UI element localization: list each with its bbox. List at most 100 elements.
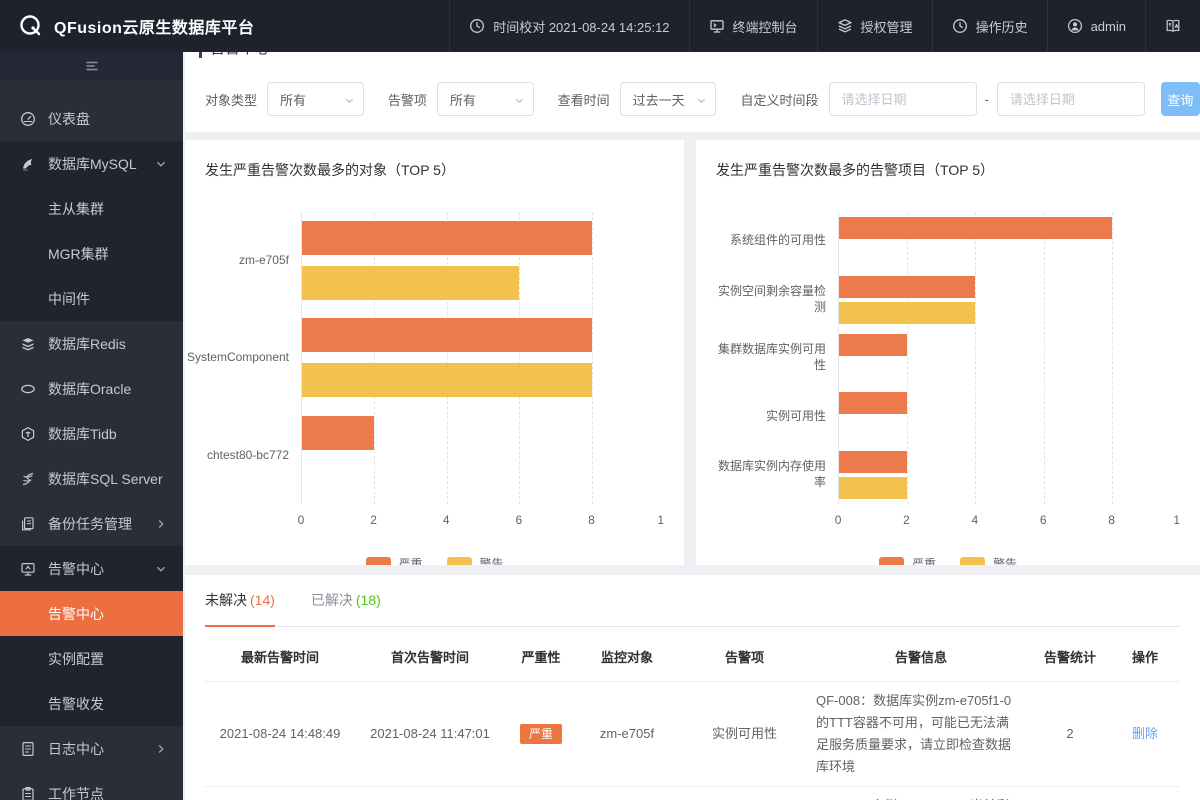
legend-swatch xyxy=(365,556,391,565)
sidebar-item-dashboard[interactable]: 仪表盘 xyxy=(0,96,183,141)
sidebar-item-log-center[interactable]: 日志中心 xyxy=(0,726,183,771)
alert-item-value: 所有 xyxy=(449,92,476,108)
bar-critical[interactable] xyxy=(302,318,592,353)
nav-item-label: 时间校对 2021-08-24 14:25:12 xyxy=(493,19,670,35)
severity-badge: 严重 xyxy=(519,724,562,745)
legend-label: 警告 xyxy=(479,557,504,565)
bar-critical[interactable] xyxy=(839,217,1112,240)
object-type-label: 对象类型 xyxy=(205,92,258,108)
delete-link: 删除 xyxy=(1110,715,1180,753)
sidebar-item-alert-center[interactable]: 告警中心 xyxy=(0,591,183,636)
nav-item-history[interactable]: 操作历史 xyxy=(931,0,1047,52)
sidebar-item-alert-dispatch[interactable]: 告警收发 xyxy=(0,681,183,726)
sidebar-item-mgr-cluster[interactable]: MGR集群 xyxy=(0,231,183,276)
query-button[interactable]: 查询 xyxy=(1160,82,1200,116)
oracle-icon xyxy=(20,381,36,397)
bar-warning[interactable] xyxy=(302,363,592,398)
chart-plot-row: 系统组件的可用性 实例空间剩余容量检测 集群数据库实例可用性 实例可用性 数据库实例内存… xyxy=(716,212,1180,504)
bar-warning[interactable] xyxy=(839,301,976,324)
sidebar-item-backup-tasks[interactable]: 备份任务管理 xyxy=(0,501,183,546)
tidb-icon xyxy=(20,426,36,442)
nav-item-translate[interactable] xyxy=(1145,0,1200,52)
log-icon xyxy=(20,741,36,757)
object-type-select[interactable]: 所有 xyxy=(267,82,364,116)
sidebar-item-label: 数据库Tidb xyxy=(48,425,117,442)
sidebar: 仪表盘数据库MySQL 主从集群 MGR集群 中间件数据库Redis 数据库Oracle… xyxy=(0,52,183,800)
legend-item-warning[interactable]: 警告 xyxy=(446,555,504,565)
category-band xyxy=(302,309,664,406)
sidebar-item-label: 数据库MySQL xyxy=(48,155,137,172)
chevron-down-icon xyxy=(696,94,707,109)
view-time-select[interactable]: 过去一天 xyxy=(619,82,717,116)
clock-icon xyxy=(469,18,485,34)
sidebar-item-sqlserver[interactable]: 数据库SQL Server xyxy=(0,456,183,501)
sidebar-item-label: 备份任务管理 xyxy=(48,515,132,532)
axis-tick-label: 6 xyxy=(515,513,523,527)
chart-card-top-objects: 发生严重告警次数最多的对象（TOP 5） zm-e705f SystemCompo… xyxy=(185,140,685,565)
chevron-down-icon xyxy=(155,158,167,170)
nav-item-label: 终端控制台 xyxy=(732,19,798,35)
chart-legend: 严重 警告 xyxy=(205,555,664,565)
category-band xyxy=(302,407,664,504)
start-date-input[interactable] xyxy=(828,82,977,116)
alert-icon xyxy=(20,561,36,577)
filter-bar: 告警中心 对象类型 所有 告警项 所有 查看时间 过去一天 xyxy=(185,52,1200,132)
sidebar-item-alert-group[interactable]: 告警中心 xyxy=(0,546,183,591)
sidebar-item-oracle[interactable]: 数据库Oracle xyxy=(0,366,183,411)
tab-resolved[interactable]: 已解决 (18) xyxy=(311,590,381,626)
bar-critical[interactable] xyxy=(839,450,908,473)
chart-plot-area xyxy=(301,212,664,504)
main-content: 告警中心 对象类型 所有 告警项 所有 查看时间 过去一天 xyxy=(183,52,1200,800)
chevron-down-icon xyxy=(344,94,355,109)
bar-critical[interactable] xyxy=(839,333,908,356)
sidebar-item-work-node[interactable]: 工作节点 xyxy=(0,771,183,800)
legend-label: 严重 xyxy=(398,557,423,565)
sidebar-item-label: 告警收发 xyxy=(48,695,104,712)
sidebar-collapse-button[interactable] xyxy=(0,52,183,80)
view-time-label: 查看时间 xyxy=(557,92,610,108)
legend-item-critical[interactable]: 严重 xyxy=(365,555,423,565)
end-date-input[interactable] xyxy=(996,82,1145,116)
tab-unresolved[interactable]: 未解决 (14) xyxy=(205,590,275,627)
bar-critical[interactable] xyxy=(302,221,592,256)
sidebar-item-label: 数据库Redis xyxy=(48,335,126,352)
sidebar-item-master-slave-cluster[interactable]: 主从集群 xyxy=(0,186,183,231)
nav-item-auth[interactable]: 授权管理 xyxy=(816,0,932,52)
chevron-right-icon xyxy=(155,518,167,530)
legend-item-critical[interactable]: 严重 xyxy=(879,555,936,565)
alert-item-select[interactable]: 所有 xyxy=(436,82,534,116)
alert-message: QF-008：数据库实例zm-e705f1-0的TTT容器不可用，可能已无法满足… xyxy=(816,693,1012,775)
sidebar-item-label: 仪表盘 xyxy=(48,110,90,127)
sidebar-item-label: 主从集群 xyxy=(48,200,104,217)
axis-tick-label: 8 xyxy=(588,513,595,527)
sidebar-item-middleware[interactable]: 中间件 xyxy=(0,276,183,321)
custom-range-label: 自定义时间段 xyxy=(740,92,819,108)
category-label: SystemComponent xyxy=(186,350,289,365)
legend-label: 警告 xyxy=(993,557,1018,565)
sidebar-item-tidb[interactable]: 数据库Tidb xyxy=(0,411,183,456)
bar-critical[interactable] xyxy=(302,415,375,450)
category-label: zm-e705f xyxy=(238,252,289,267)
sidebar-item-mysql[interactable]: 数据库MySQL xyxy=(0,141,183,186)
bar-critical[interactable] xyxy=(839,275,976,298)
alert-item: 实例可用性 xyxy=(711,726,777,742)
sidebar-item-instance-config[interactable]: 实例配置 xyxy=(0,636,183,681)
nav-item-time-sync[interactable]: 时间校对 2021-08-24 14:25:12 xyxy=(449,0,688,52)
legend-label: 严重 xyxy=(912,557,937,565)
nav-item-terminal[interactable]: 终端控制台 xyxy=(688,0,817,52)
nav-item-label: 操作历史 xyxy=(975,19,1028,35)
bar-critical[interactable] xyxy=(839,392,908,415)
translate-icon xyxy=(1165,18,1181,34)
legend-item-warning[interactable]: 警告 xyxy=(960,555,1017,565)
sidebar-item-redis[interactable]: 数据库Redis xyxy=(0,321,183,366)
sidebar-item-label: 实例配置 xyxy=(48,650,104,667)
table-header-cell: 监控对象 xyxy=(600,649,653,665)
bar-warning[interactable] xyxy=(302,266,520,301)
category-band xyxy=(839,446,1180,504)
delete-button[interactable]: 删除 xyxy=(1132,726,1158,741)
chart-plot-area xyxy=(838,212,1180,504)
page-title-clipped: 告警中心 xyxy=(199,52,270,58)
nav-item-admin[interactable]: admin xyxy=(1046,0,1145,52)
bar-warning[interactable] xyxy=(839,476,908,499)
table-row: 2021-08-24 14:48:492021-08-24 11:47:01严重… xyxy=(205,786,1180,800)
